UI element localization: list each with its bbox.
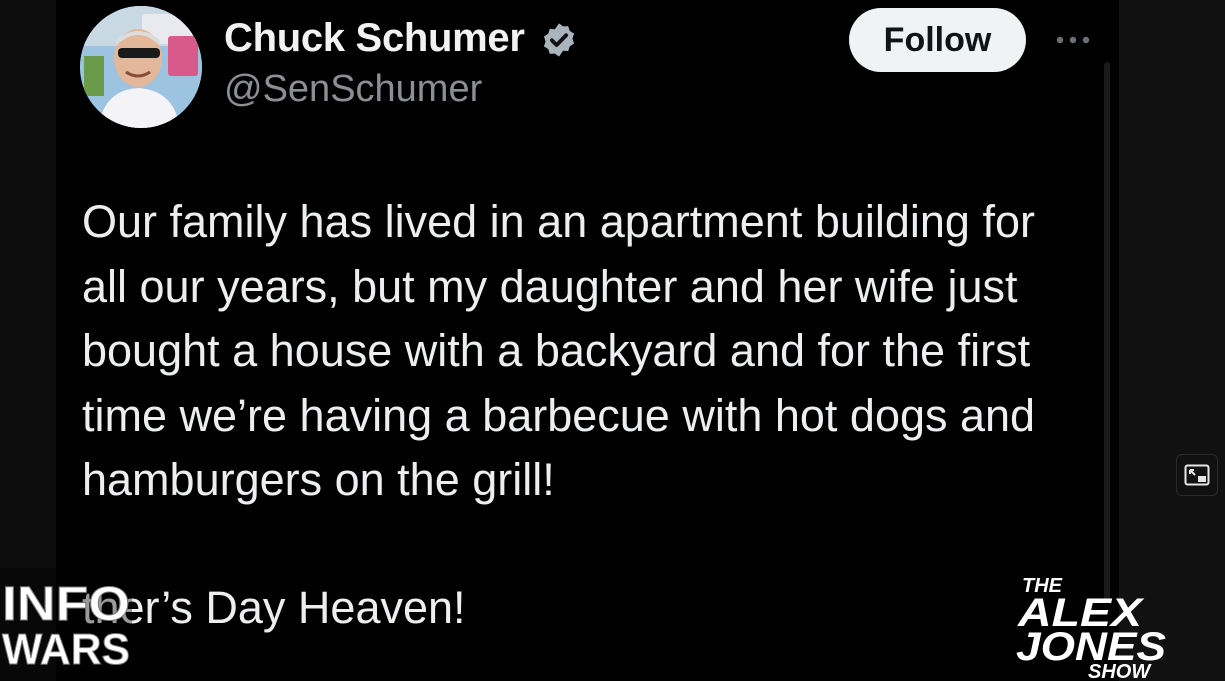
picture-in-picture-icon[interactable]: [1176, 454, 1218, 496]
more-options-icon[interactable]: [1052, 30, 1094, 50]
tweet-line: hamburgers on the grill!: [82, 454, 555, 505]
tweet-body: Our family has lived in an apartment bui…: [82, 190, 1092, 513]
infowars-logo: INFO WARS: [0, 568, 132, 681]
svg-text:INFO: INFO: [2, 578, 130, 631]
svg-text:WARS: WARS: [2, 625, 130, 674]
user-handle[interactable]: @SenSchumer: [224, 68, 482, 111]
svg-text:SHOW: SHOW: [1088, 661, 1152, 681]
alex-jones-show-logo: THE ALEX JONES SHOW: [1016, 575, 1166, 681]
tweet-line: all our years, but my daughter and her w…: [82, 260, 1018, 312]
tweet-line: time we’re having a barbecue with hot do…: [82, 389, 1036, 441]
display-name[interactable]: Chuck Schumer: [224, 16, 525, 61]
tweet-tail-text: ther’s Day Heaven!: [82, 582, 466, 633]
avatar[interactable]: [80, 6, 202, 128]
tweet-line: Our family has lived in an apartment bui…: [82, 196, 1035, 247]
scrollbar[interactable]: [1104, 62, 1110, 602]
follow-button[interactable]: Follow: [849, 8, 1026, 72]
tweet-line: bought a house with a backyard and for t…: [82, 325, 1031, 376]
verified-badge-icon: [543, 23, 575, 57]
